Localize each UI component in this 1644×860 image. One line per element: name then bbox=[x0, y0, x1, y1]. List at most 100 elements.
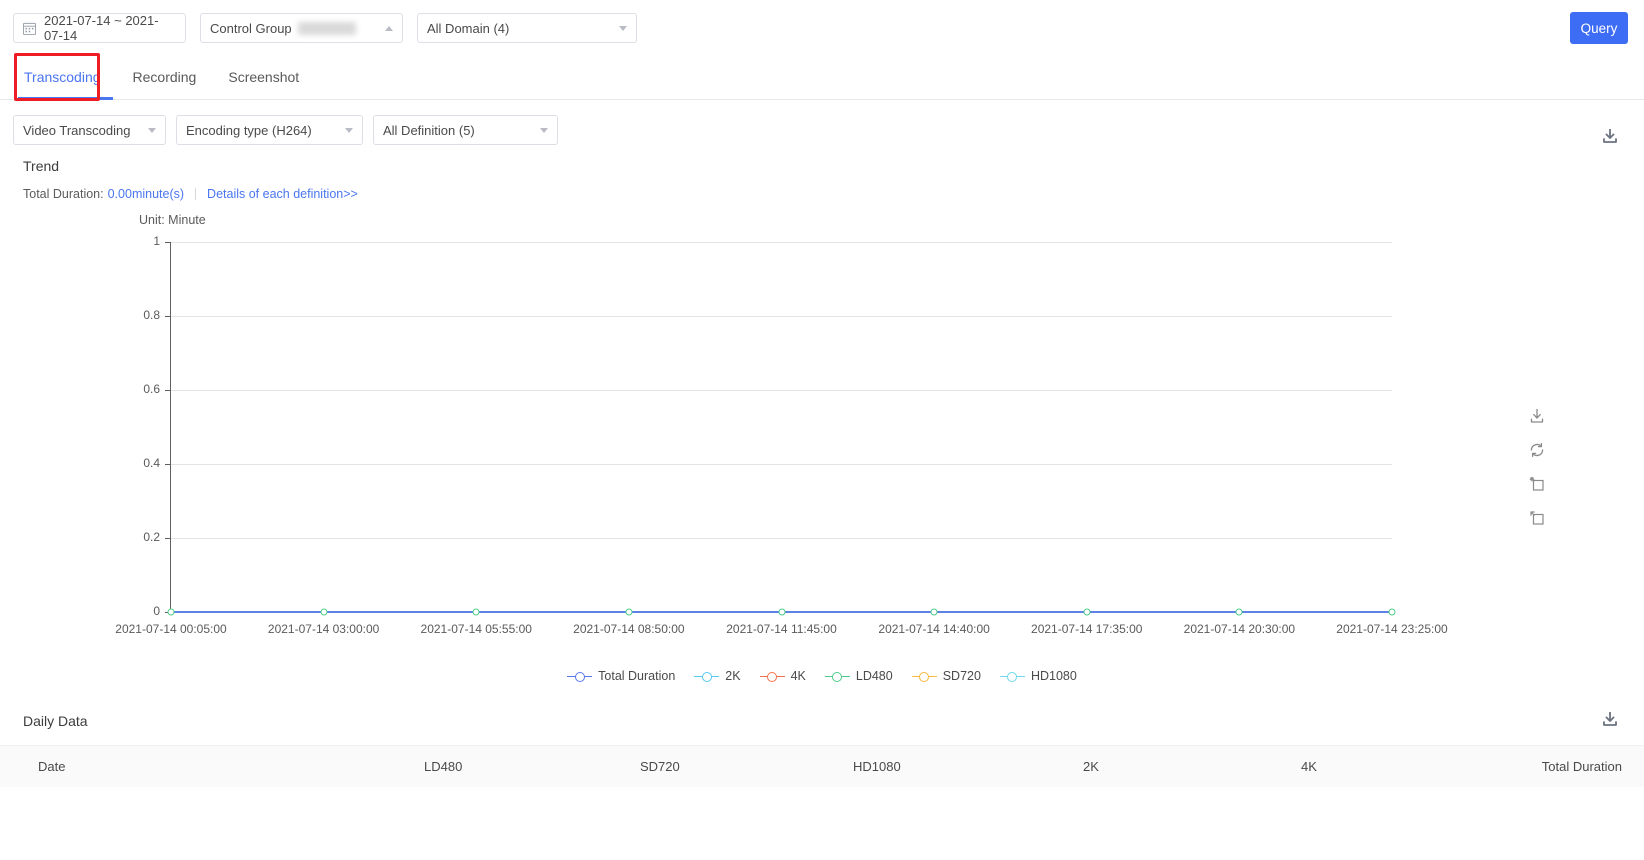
x-axis-tick-label: 2021-07-14 05:55:00 bbox=[420, 622, 532, 636]
chart-data-point bbox=[1388, 608, 1396, 616]
legend-item-label: SD720 bbox=[942, 669, 981, 683]
legend-item-label: 4K bbox=[790, 669, 806, 683]
x-axis-tick-label: 2021-07-14 14:40:00 bbox=[878, 622, 990, 636]
details-of-each-definition-link[interactable]: Details of each definition>> bbox=[207, 187, 358, 201]
transcoding-filter-row: Video Transcoding Encoding type (H264) A… bbox=[0, 100, 1644, 148]
trend-chart: Unit: Minute 0 0.2 0.4 0.6 0.8 1 2021-07-14 00… bbox=[0, 209, 1644, 709]
save-image-icon[interactable] bbox=[1528, 407, 1546, 425]
column-header-date: Date bbox=[38, 759, 66, 774]
column-header-hd1080: HD1080 bbox=[853, 759, 901, 774]
tab-transcoding[interactable]: Transcoding bbox=[15, 56, 117, 100]
total-duration-label: Total Duration: bbox=[23, 187, 104, 201]
x-axis-tick-label: 2021-07-14 23:25:00 bbox=[1336, 622, 1448, 636]
y-axis-tick-label: 0 bbox=[153, 604, 160, 618]
y-axis-tick-mark bbox=[165, 464, 170, 465]
column-header-2k: 2K bbox=[1083, 759, 1099, 774]
control-group-label: Control Group bbox=[210, 20, 292, 36]
chart-data-point bbox=[1083, 608, 1091, 616]
chart-data-point bbox=[472, 608, 480, 616]
download-icon bbox=[1603, 712, 1617, 726]
restore-icon[interactable] bbox=[1528, 441, 1546, 459]
legend-item-4k[interactable]: 4K bbox=[759, 669, 806, 683]
y-axis-tick-mark bbox=[165, 316, 170, 317]
chevron-down-icon bbox=[540, 127, 548, 133]
column-header-ld480: LD480 bbox=[424, 759, 463, 774]
definition-select[interactable]: All Definition (5) bbox=[373, 115, 558, 145]
legend-marker-icon bbox=[824, 671, 850, 682]
transcoding-type-select[interactable]: Video Transcoding bbox=[13, 115, 166, 145]
daily-data-table-header: Date LD480 SD720 HD1080 2K 4K Total Dura… bbox=[0, 745, 1644, 787]
legend-item-label: Total Duration bbox=[598, 669, 676, 683]
y-axis-tick-mark bbox=[165, 390, 170, 391]
tab-screenshot[interactable]: Screenshot bbox=[212, 56, 315, 100]
transcoding-type-label: Video Transcoding bbox=[23, 122, 131, 138]
legend-item-total-duration[interactable]: Total Duration bbox=[567, 669, 675, 683]
x-axis-tick-label: 2021-07-14 11:45:00 bbox=[726, 622, 837, 636]
date-range-picker[interactable]: 2021-07-14 ~ 2021-07-14 bbox=[13, 13, 186, 43]
chart-data-point bbox=[625, 608, 633, 616]
column-header-4k: 4K bbox=[1301, 759, 1317, 774]
top-filter-bar: 2021-07-14 ~ 2021-07-14 Control Group Al… bbox=[0, 0, 1644, 56]
daily-data-download-button[interactable] bbox=[1600, 709, 1620, 734]
query-button[interactable]: Query bbox=[1570, 12, 1628, 44]
chart-gridline bbox=[171, 538, 1392, 539]
y-axis-tick-label: 1 bbox=[153, 234, 160, 248]
legend-item-sd720[interactable]: SD720 bbox=[911, 669, 981, 683]
chart-toolbox bbox=[1528, 407, 1546, 527]
legend-item-label: HD1080 bbox=[1030, 669, 1077, 683]
chart-data-point bbox=[778, 608, 785, 616]
trend-download-button[interactable] bbox=[1600, 126, 1620, 151]
x-axis-tick-label: 2021-07-14 00:05:00 bbox=[115, 622, 227, 636]
data-zoom-icon[interactable] bbox=[1528, 475, 1546, 493]
trend-summary: Total Duration: 0.00minute(s) Details of… bbox=[0, 174, 1644, 201]
legend-marker-icon bbox=[911, 671, 937, 682]
column-header-total-duration: Total Duration bbox=[1541, 759, 1622, 774]
chart-gridline bbox=[171, 242, 1392, 243]
y-axis-tick-mark bbox=[165, 538, 170, 539]
legend-marker-icon bbox=[999, 671, 1025, 682]
chart-legend: Total Duration 2K 4K LD480 SD720 HD1080 bbox=[0, 669, 1644, 683]
total-duration-value: 0.00minute(s) bbox=[107, 187, 185, 201]
control-group-select[interactable]: Control Group bbox=[200, 13, 403, 43]
y-axis-tick-mark bbox=[165, 242, 170, 243]
legend-marker-icon bbox=[759, 671, 785, 682]
y-axis-tick-label: 0.4 bbox=[143, 456, 160, 470]
definition-label: All Definition (5) bbox=[383, 122, 475, 138]
date-range-value: 2021-07-14 ~ 2021-07-14 bbox=[44, 13, 159, 43]
data-zoom-reset-icon[interactable] bbox=[1528, 509, 1546, 527]
chevron-down-icon bbox=[345, 127, 353, 133]
daily-data-section: Daily Data Date LD480 SD720 HD1080 2K 4K… bbox=[0, 712, 1644, 787]
calendar-icon bbox=[23, 22, 36, 35]
tab-recording[interactable]: Recording bbox=[117, 56, 213, 100]
trend-panel: Trend Total Duration: 0.00minute(s) Deta… bbox=[0, 129, 1644, 709]
chevron-down-icon bbox=[619, 25, 627, 31]
legend-item-label: 2K bbox=[725, 669, 741, 683]
daily-data-title: Daily Data bbox=[23, 713, 88, 729]
chevron-down-icon bbox=[148, 127, 156, 133]
x-axis-tick-label: 2021-07-14 03:00:00 bbox=[267, 622, 380, 636]
encoding-type-label: Encoding type (H264) bbox=[186, 122, 312, 138]
y-axis-tick-label: 0.6 bbox=[143, 382, 160, 396]
download-icon bbox=[1603, 129, 1617, 143]
chart-data-point bbox=[167, 608, 175, 616]
encoding-type-select[interactable]: Encoding type (H264) bbox=[176, 115, 363, 145]
x-axis-tick-label: 2021-07-14 20:30:00 bbox=[1183, 622, 1296, 636]
legend-item-label: LD480 bbox=[855, 669, 893, 683]
legend-item-ld480[interactable]: LD480 bbox=[824, 669, 893, 683]
y-axis-tick-label: 0.2 bbox=[143, 530, 160, 544]
chart-gridline bbox=[171, 316, 1392, 317]
x-axis-tick-label: 2021-07-14 17:35:00 bbox=[1031, 622, 1143, 636]
chart-gridline bbox=[171, 390, 1392, 391]
legend-item-2k[interactable]: 2K bbox=[694, 669, 741, 683]
chart-y-axis bbox=[170, 242, 171, 612]
chart-data-point bbox=[930, 608, 938, 616]
legend-item-hd1080[interactable]: HD1080 bbox=[999, 669, 1077, 683]
chart-data-point bbox=[1235, 608, 1243, 616]
legend-marker-icon bbox=[567, 671, 593, 682]
domain-select[interactable]: All Domain (4) bbox=[417, 13, 637, 43]
domain-select-label: All Domain (4) bbox=[427, 20, 510, 36]
legend-marker-icon bbox=[694, 671, 720, 682]
chart-gridline bbox=[171, 464, 1392, 465]
chart-unit-label: Unit: Minute bbox=[139, 213, 206, 227]
chevron-up-icon bbox=[385, 25, 393, 31]
